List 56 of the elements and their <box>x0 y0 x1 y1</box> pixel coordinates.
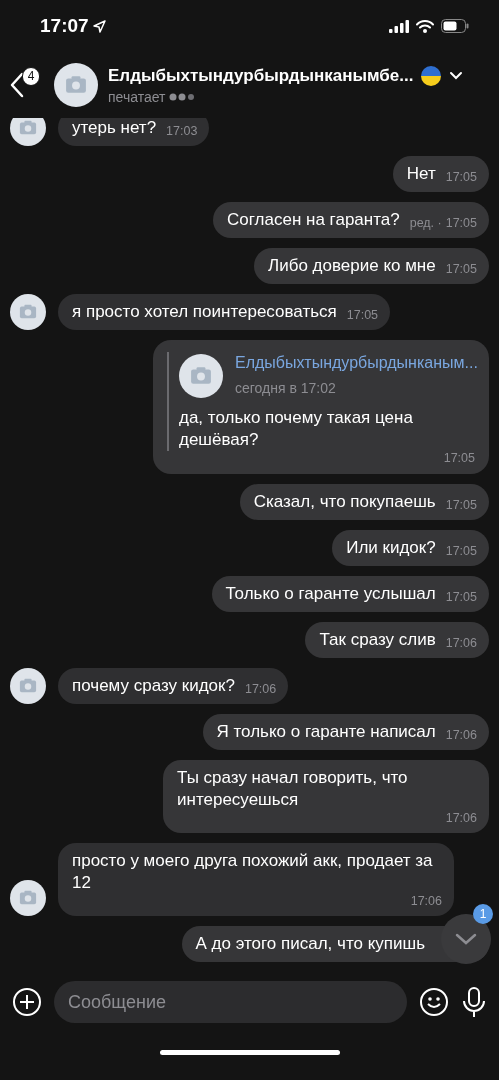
battery-icon <box>441 19 469 33</box>
unread-badge: 1 <box>473 904 493 924</box>
location-arrow-icon <box>92 19 106 33</box>
edited-label: ред. · <box>409 216 442 230</box>
message-text: почему сразу кидок? <box>72 675 235 697</box>
chevron-down-icon <box>455 933 477 945</box>
back-button[interactable]: 4 <box>10 65 44 105</box>
message-text: я просто хотел поинтересоваться <box>72 301 337 323</box>
clock-time: 17:07 <box>40 15 89 37</box>
sender-avatar-icon <box>10 294 46 330</box>
back-icon <box>10 72 24 98</box>
message-time: 17:06 <box>244 682 277 696</box>
message-text: Только о гаранте услышал <box>225 583 436 605</box>
message-time: 17:06 <box>445 728 477 742</box>
message-time: 17:05 <box>445 498 477 512</box>
message-time: 17:06 <box>445 811 477 825</box>
message-text: Ты сразу начал говорить, что интересуешься <box>177 767 409 811</box>
message-input[interactable]: Сообщение <box>54 981 407 1023</box>
quoted-date: сегодня в 17:02 <box>235 379 337 398</box>
typing-status: печатает <box>108 88 166 105</box>
message-time: 17:06 <box>445 636 477 650</box>
flag-icon <box>421 65 442 86</box>
message-time: 17:05 <box>443 451 475 465</box>
message-time: 17:05 <box>445 262 477 276</box>
message-text: Так сразу слив <box>319 629 436 651</box>
chat-title[interactable]: Елдыбыхтындурбырдынканымбе... <box>108 65 414 86</box>
emoji-button[interactable] <box>419 987 449 1017</box>
message-time: 17:05 <box>445 590 477 604</box>
sender-avatar-icon <box>10 880 46 916</box>
quoted-message[interactable]: Елдыбыхтындурбырдынканым... сегодня в 17:02 да, только почему такая цена дешёвая? <box>167 352 478 451</box>
sender-avatar-icon <box>10 668 46 704</box>
add-button[interactable] <box>12 987 42 1017</box>
wifi-icon <box>416 19 434 33</box>
quote-avatar-icon <box>179 353 223 398</box>
message-text: утерь нет? <box>72 117 157 139</box>
typing-dots-icon <box>169 92 196 101</box>
message-text: А до этого писал, что купишь <box>195 933 425 955</box>
message-text: Или кидок? <box>346 537 436 559</box>
message-time: 17:05 <box>445 216 477 230</box>
message-text: просто у моего друга похожий акк, продает за 12 <box>72 850 434 894</box>
message-text: да, только почему такая цена дешёвая? <box>179 407 414 451</box>
message-text: Согласен на гаранта? <box>227 209 400 231</box>
message-time: 17:03 <box>166 124 198 138</box>
message-time: 17:06 <box>410 894 442 908</box>
message-time: 17:05 <box>445 170 477 184</box>
message-text: Сказал, что покупаешь <box>253 491 436 513</box>
message-time: 17:05 <box>445 544 477 558</box>
message-time: 17:05 <box>346 308 379 322</box>
message-text: Я только о гаранте написал <box>216 721 436 743</box>
quoted-sender-name: Елдыбыхтындурбырдынканым... <box>235 353 478 373</box>
message-text: Нет <box>406 163 436 185</box>
message-text: Либо доверие ко мне <box>268 255 436 277</box>
microphone-button[interactable] <box>461 986 487 1018</box>
chat-avatar-icon <box>54 63 98 107</box>
signal-icon <box>389 19 409 33</box>
chevron-down-icon[interactable] <box>449 71 464 80</box>
